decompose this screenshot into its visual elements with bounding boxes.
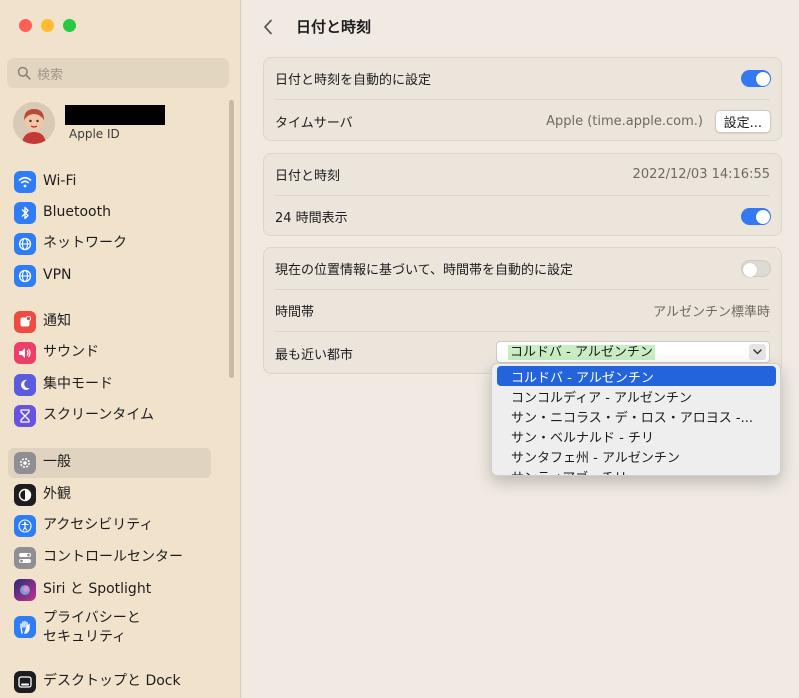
apple-id-account[interactable]: Apple ID xyxy=(13,102,165,144)
globe-icon xyxy=(14,233,36,255)
city-option[interactable]: コルドバ - アルゼンチン xyxy=(497,366,776,386)
sidebar-item-label: デスクトップと Dock xyxy=(43,673,181,690)
appearance-icon xyxy=(14,484,36,506)
back-button[interactable] xyxy=(263,16,279,38)
wifi-icon xyxy=(14,171,36,193)
sidebar-item-label: サウンド xyxy=(43,344,99,361)
sidebar-item-label: Siri と Spotlight xyxy=(43,581,152,598)
time-server-value: Apple (time.apple.com.) xyxy=(546,113,703,129)
vpn-globe-icon xyxy=(14,265,36,287)
zoom-window-button[interactable] xyxy=(63,19,76,32)
hand-icon xyxy=(14,616,36,638)
hourglass-icon xyxy=(14,405,36,427)
sidebar-item-label: コントロールセンター xyxy=(43,549,183,566)
sidebar-item-label: 外観 xyxy=(43,486,71,503)
sidebar-item-network[interactable]: ネットワーク xyxy=(8,229,211,259)
dock-icon xyxy=(14,671,36,693)
sidebar-item-control-center[interactable]: コントロールセンター xyxy=(8,543,211,573)
bluetooth-icon xyxy=(14,202,36,224)
speaker-icon xyxy=(14,342,36,364)
city-option[interactable]: サンティアゴ - チリ xyxy=(497,466,776,476)
date-time-label: 日付と時刻 xyxy=(275,169,341,184)
auto-time-zone-row: 現在の位置情報に基づいて、時間帯を自動的に設定 xyxy=(264,248,781,289)
city-suggestions-dropdown: コルドバ - アルゼンチン コンコルディア - アルゼンチン サン・ニコラス・デ… xyxy=(491,363,781,476)
sidebar-item-focus[interactable]: 集中モード xyxy=(8,370,211,400)
24-hour-toggle[interactable] xyxy=(741,208,771,225)
date-time-value[interactable]: 2022/12/03 14:16:55 xyxy=(633,167,770,182)
search-field[interactable]: 検索 xyxy=(7,58,229,88)
avatar xyxy=(13,102,55,144)
account-name-redacted xyxy=(65,105,165,125)
sidebar-item-label: Bluetooth xyxy=(43,204,111,221)
time-zone-row: 時間帯 アルゼンチン標準時 xyxy=(264,290,781,331)
search-placeholder: 検索 xyxy=(37,67,64,83)
sidebar: 検索 Apple ID Wi-Fi Bluetooth ネットワーク VPN 通… xyxy=(0,0,241,698)
main-panel: 日付と時刻 日付と時刻を自動的に設定 タイムサーバ Apple (time.ap… xyxy=(241,0,799,698)
sidebar-item-label: プライバシーと セキュリティ xyxy=(43,610,141,645)
account-subtitle: Apple ID xyxy=(69,127,120,141)
gear-icon xyxy=(14,452,36,474)
sidebar-item-notifications[interactable]: 通知 xyxy=(8,307,211,337)
auto-time-zone-label: 現在の位置情報に基づいて、時間帯を自動的に設定 xyxy=(275,263,573,278)
city-option[interactable]: サン・ベルナルド - チリ xyxy=(497,426,776,446)
time-server-row: タイムサーバ Apple (time.apple.com.) 設定... xyxy=(264,100,781,142)
city-option[interactable]: サン・ニコラス・デ・ロス・アロヨス -... xyxy=(497,406,776,426)
sidebar-item-label: アクセシビリティ xyxy=(43,517,154,534)
closest-city-combobox[interactable]: コルドバ - アルゼンチン xyxy=(496,341,770,363)
page-title: 日付と時刻 xyxy=(296,18,372,36)
sidebar-item-vpn[interactable]: VPN xyxy=(8,261,211,291)
window-controls xyxy=(19,19,76,32)
city-option[interactable]: サンタフェ州 - アルゼンチン xyxy=(497,446,776,466)
auto-time-zone-toggle[interactable] xyxy=(741,260,771,277)
sidebar-item-wifi[interactable]: Wi-Fi xyxy=(8,167,211,197)
sidebar-item-label: Wi-Fi xyxy=(43,173,77,190)
sidebar-item-sound[interactable]: サウンド xyxy=(8,338,211,368)
time-server-settings-button[interactable]: 設定... xyxy=(714,109,771,133)
close-window-button[interactable] xyxy=(19,19,32,32)
sidebar-scrollbar[interactable] xyxy=(229,100,234,378)
time-zone-label: 時間帯 xyxy=(275,305,315,320)
auto-time-group: 日付と時刻を自動的に設定 タイムサーバ Apple (time.apple.co… xyxy=(263,57,782,141)
sidebar-item-appearance[interactable]: 外観 xyxy=(8,480,211,510)
sidebar-item-label: 一般 xyxy=(43,454,71,471)
search-icon xyxy=(17,66,31,80)
24-hour-label: 24 時間表示 xyxy=(275,211,348,226)
chevron-down-icon xyxy=(753,349,762,355)
date-time-row: 日付と時刻 2022/12/03 14:16:55 xyxy=(264,154,781,195)
auto-time-row: 日付と時刻を自動的に設定 xyxy=(264,58,781,99)
sidebar-item-label: 集中モード xyxy=(43,376,113,393)
time-zone-value: アルゼンチン標準時 xyxy=(653,305,770,320)
chevron-left-icon xyxy=(264,19,272,35)
sidebar-item-bluetooth[interactable]: Bluetooth xyxy=(8,198,211,228)
moon-icon xyxy=(14,374,36,396)
24-hour-row: 24 時間表示 xyxy=(264,196,781,237)
sidebar-item-accessibility[interactable]: アクセシビリティ xyxy=(8,511,211,541)
auto-time-toggle[interactable] xyxy=(741,70,771,87)
sidebar-item-screen-time[interactable]: スクリーンタイム xyxy=(8,401,211,431)
sidebar-item-siri-spotlight[interactable]: Siri と Spotlight xyxy=(8,575,211,605)
sidebar-item-desktop-dock[interactable]: デスクトップと Dock xyxy=(8,667,211,697)
sidebar-item-label: ネットワーク xyxy=(43,235,127,252)
control-center-icon xyxy=(14,547,36,569)
siri-icon xyxy=(14,579,36,601)
auto-time-label: 日付と時刻を自動的に設定 xyxy=(275,73,432,88)
sidebar-item-general[interactable]: 一般 xyxy=(8,448,211,478)
sidebar-item-label: VPN xyxy=(43,267,72,284)
bell-icon xyxy=(14,311,36,333)
closest-city-input[interactable]: コルドバ - アルゼンチン xyxy=(508,345,655,360)
closest-city-label: 最も近い都市 xyxy=(275,347,354,363)
sidebar-item-label: 通知 xyxy=(43,313,71,330)
accessibility-icon xyxy=(14,515,36,537)
sidebar-item-label: スクリーンタイム xyxy=(43,407,155,424)
minimize-window-button[interactable] xyxy=(41,19,54,32)
city-option[interactable]: コンコルディア - アルゼンチン xyxy=(497,386,776,406)
sidebar-item-privacy-security[interactable]: プライバシーと セキュリティ xyxy=(8,606,211,650)
date-time-group: 日付と時刻 2022/12/03 14:16:55 24 時間表示 xyxy=(263,153,782,236)
time-server-label: タイムサーバ xyxy=(275,115,353,131)
combobox-dropdown-button[interactable] xyxy=(749,344,766,360)
